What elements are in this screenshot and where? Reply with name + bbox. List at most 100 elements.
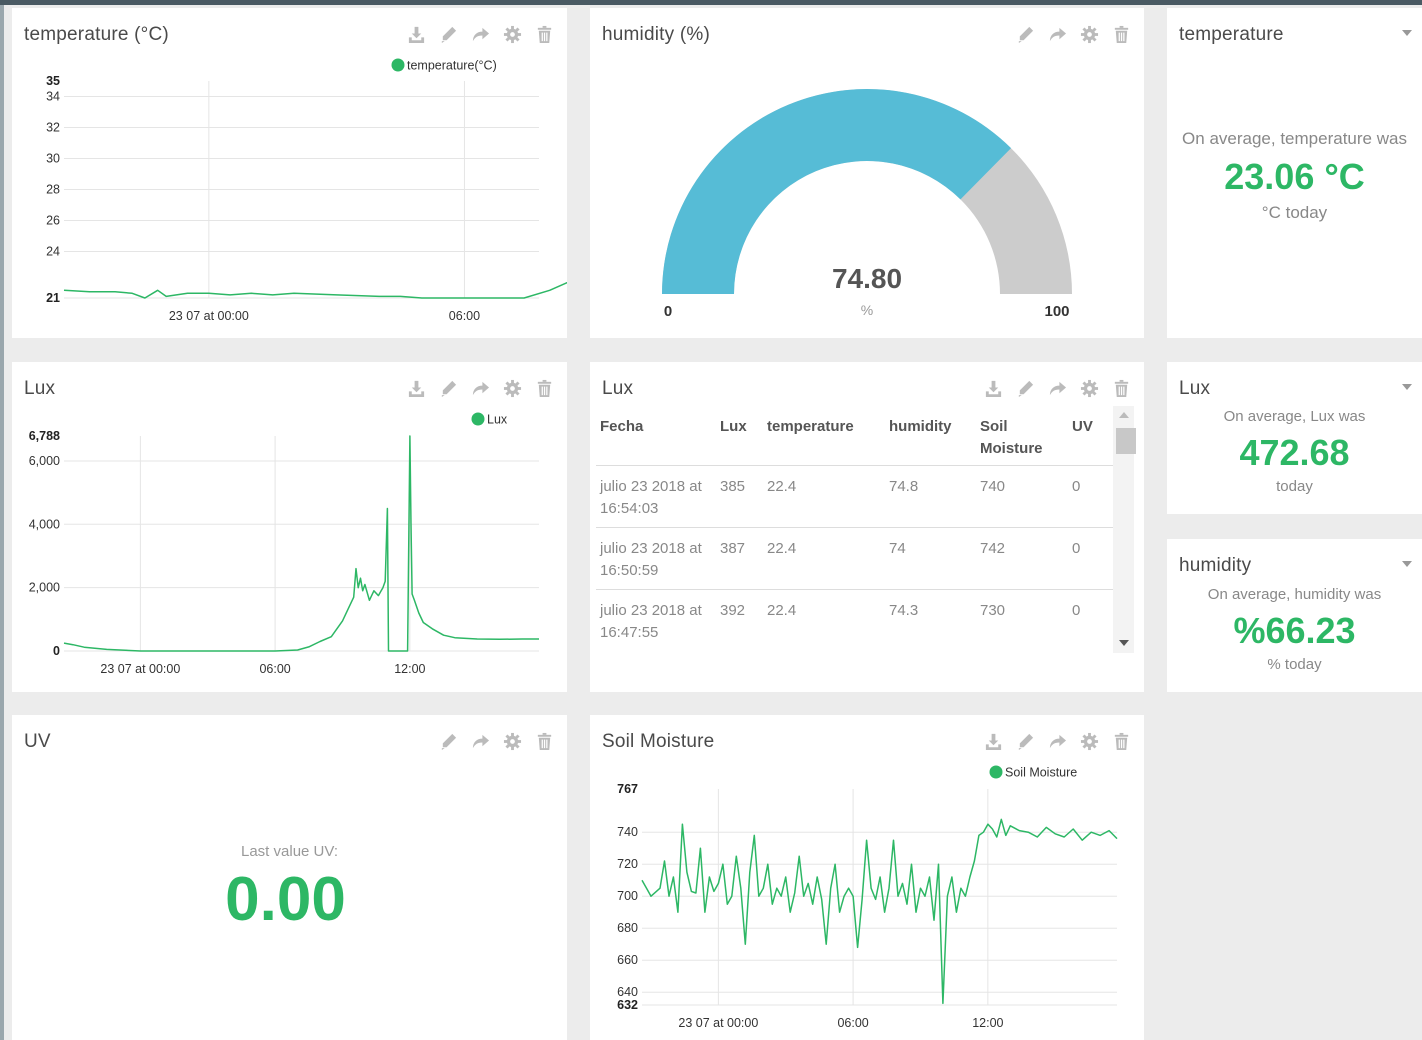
x-tick-label: 06:00 <box>259 662 290 676</box>
average-value: 23.06 °C <box>1224 156 1365 197</box>
cell-temperature: 22.4 <box>767 478 797 495</box>
last-value: 0.00 <box>225 865 346 934</box>
y-tick-label: 21 <box>46 291 60 305</box>
y-tick-label: 720 <box>617 857 638 871</box>
x-tick-label: 23 07 at 00:00 <box>678 1016 758 1030</box>
cell-uv: 0 <box>1072 540 1081 557</box>
cell-humidity: 74.3 <box>889 602 919 619</box>
scroll-up-arrow-icon[interactable] <box>1119 412 1129 418</box>
lux-table-widget: Lux Fecha Lux temperature humidity Soil … <box>590 362 1144 692</box>
table-header: Fecha Lux temperature humidity Soil Mois… <box>596 406 1113 466</box>
data-table: Fecha Lux temperature humidity Soil Mois… <box>596 406 1113 651</box>
gauge-unit: % <box>861 302 873 318</box>
x-tick-label: 23 07 at 00:00 <box>100 662 180 676</box>
trash-icon[interactable] <box>532 729 557 754</box>
cell-humidity: 74.8 <box>889 478 919 495</box>
column-header-fecha[interactable]: Fecha <box>596 406 720 465</box>
legend-marker <box>391 58 405 72</box>
cell-fecha: julio 23 2018 at 16:47:55 <box>600 602 702 641</box>
column-header-temperature[interactable]: temperature <box>767 406 889 465</box>
legend-marker <box>989 765 1003 779</box>
cell-lux: 387 <box>720 540 746 557</box>
average-suffix: % today <box>1267 656 1322 673</box>
y-tick-label: 680 <box>617 921 638 935</box>
y-tick-label: 24 <box>46 245 60 259</box>
average-label: On average, Lux was <box>1223 408 1366 425</box>
y-tick-label: 2,000 <box>29 581 60 595</box>
humidity-gauge: 74.80 % 0 100 <box>662 88 1072 320</box>
y-tick-label: 34 <box>46 90 60 104</box>
y-tick-label: 0 <box>53 644 60 658</box>
y-tick-label: 6,788 <box>29 429 60 443</box>
cell-lux: 392 <box>720 602 746 619</box>
average-suffix: °C today <box>1261 203 1328 222</box>
y-tick-label: 740 <box>617 825 638 839</box>
table-row: julio 23 2018 at 16:50:59 387 22.4 74 74… <box>596 528 1113 590</box>
y-tick-label: 35 <box>46 74 60 88</box>
pencil-icon[interactable] <box>436 729 461 754</box>
column-header-soil-moisture[interactable]: Soil Moisture <box>980 406 1072 465</box>
y-tick-label: 32 <box>46 121 60 135</box>
gear-icon[interactable] <box>500 729 525 754</box>
y-tick-label: 4,000 <box>29 517 60 531</box>
temperature-average-widget: temperature On average, temperature was … <box>1167 8 1422 338</box>
humidity-gauge-widget: humidity (%) 74.80 % 0 100 <box>590 8 1144 338</box>
column-header-humidity[interactable]: humidity <box>889 406 980 465</box>
scroll-thumb[interactable] <box>1116 428 1136 454</box>
cell-humidity: 74 <box>889 540 906 557</box>
scroll-down-arrow-icon[interactable] <box>1119 640 1129 646</box>
series-line <box>641 818 1118 1005</box>
legend-label: Lux <box>487 413 508 427</box>
average-label: On average, temperature was <box>1182 129 1407 148</box>
series-line <box>63 435 539 652</box>
caret-down-icon[interactable] <box>1402 384 1412 390</box>
gauge-value: 74.80 <box>832 263 902 294</box>
cell-soil-moisture: 730 <box>980 602 1006 619</box>
widget-toolbar <box>436 729 557 754</box>
cell-fecha: julio 23 2018 at 16:50:59 <box>600 540 702 579</box>
lux-line-chart: 0 2,000 4,000 6,000 6,788 23 07 at 00:00 06:00… <box>29 412 539 676</box>
soil-moisture-chart-widget: Soil Moisture 632 640 660 680 700 720 740 767 23… <box>590 715 1144 1040</box>
humidity-average-widget: humidity On average, humidity was %66.23… <box>1167 539 1422 692</box>
download-icon[interactable] <box>981 376 1006 401</box>
y-tick-label: 632 <box>617 998 638 1012</box>
cell-soil-moisture: 742 <box>980 540 1006 557</box>
trash-icon[interactable] <box>1109 376 1134 401</box>
average-suffix: today <box>1276 478 1313 495</box>
caret-down-icon[interactable] <box>1402 561 1412 567</box>
legend-marker <box>471 412 485 426</box>
share-icon[interactable] <box>1045 376 1070 401</box>
x-tick-label: 12:00 <box>972 1016 1003 1030</box>
average-value: 472.68 <box>1239 432 1350 473</box>
widget-title: temperature <box>1179 24 1284 45</box>
gear-icon[interactable] <box>1077 376 1102 401</box>
share-icon[interactable] <box>468 729 493 754</box>
cell-soil-moisture: 740 <box>980 478 1006 495</box>
cell-temperature: 22.4 <box>767 540 797 557</box>
caret-down-icon[interactable] <box>1402 30 1412 36</box>
table-scrollbar[interactable] <box>1113 406 1136 653</box>
cell-fecha: julio 23 2018 at 16:54:03 <box>600 478 702 517</box>
y-tick-label: 767 <box>617 782 638 796</box>
widget-title: Lux <box>1179 378 1211 399</box>
y-tick-label: 660 <box>617 953 638 967</box>
column-header-uv[interactable]: UV <box>1072 406 1112 465</box>
legend-label: Soil Moisture <box>1005 766 1077 780</box>
y-tick-label: 26 <box>46 214 60 228</box>
y-tick-label: 28 <box>46 183 60 197</box>
x-tick-label: 06:00 <box>449 309 480 323</box>
soil-moisture-line-chart: 632640 660 680 700 720 740 767 23 07 at 00:00 06… <box>617 765 1118 1030</box>
uv-widget: UV Last value UV: 0.00 <box>12 715 567 1040</box>
gauge-min: 0 <box>664 303 672 320</box>
column-header-lux[interactable]: Lux <box>720 406 767 465</box>
x-tick-label: 06:00 <box>837 1016 868 1030</box>
y-tick-label: 700 <box>617 889 638 903</box>
cell-uv: 0 <box>1072 478 1081 495</box>
pencil-icon[interactable] <box>1013 376 1038 401</box>
table-row: julio 23 2018 at 16:54:03 385 22.4 74.8 … <box>596 466 1113 528</box>
cell-uv: 0 <box>1072 602 1081 619</box>
widget-title: humidity <box>1179 555 1252 576</box>
last-value-label: Last value UV: <box>241 843 338 860</box>
average-value: %66.23 <box>1233 610 1356 651</box>
lux-chart-widget: Lux 0 2,000 4,000 6,000 6,788 23 07 at 00:00 0… <box>12 362 567 692</box>
